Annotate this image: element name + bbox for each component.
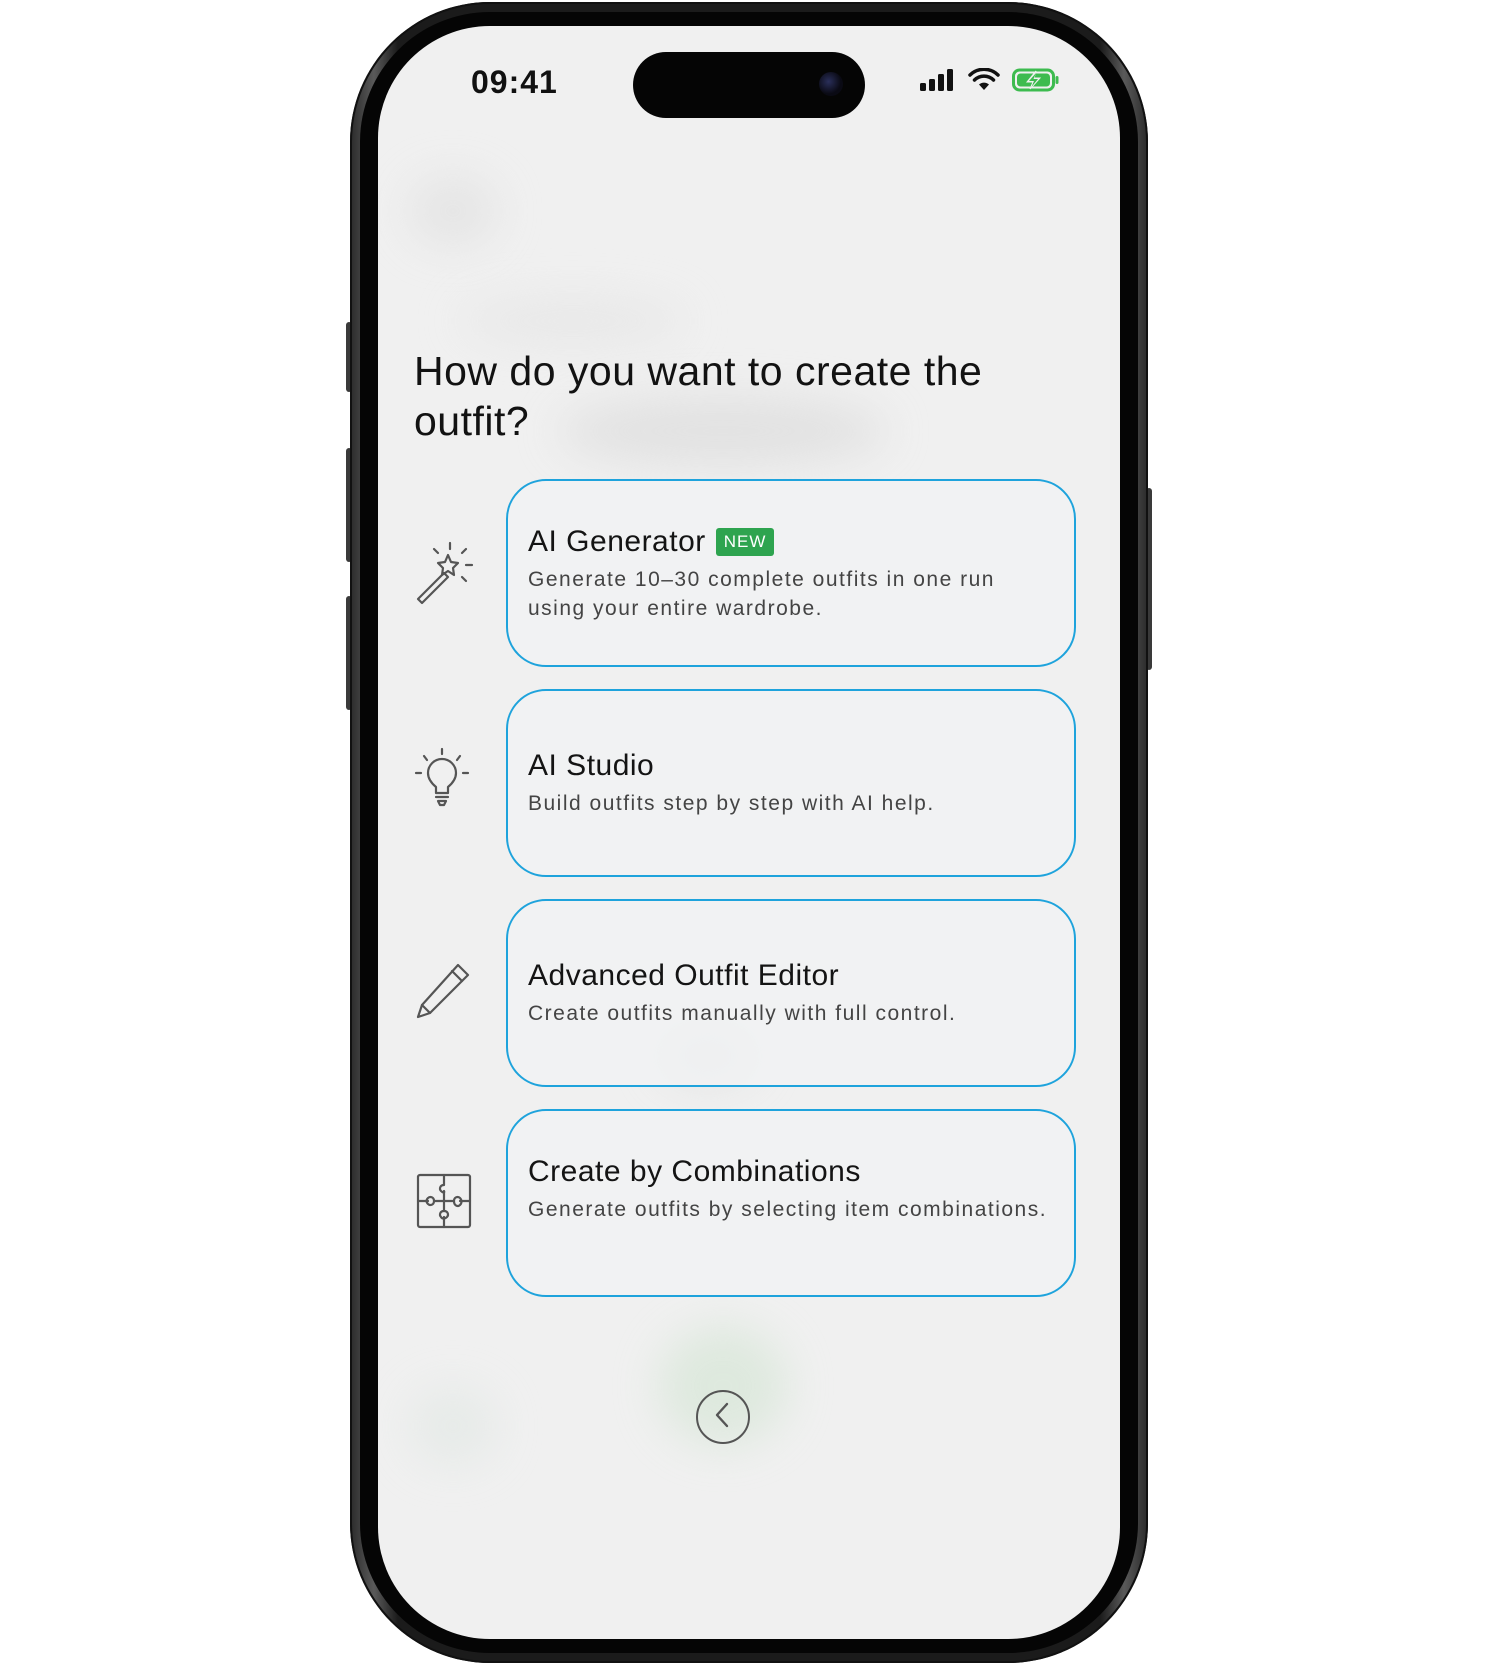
- option-card-create-by-combinations[interactable]: Create by Combinations Generate outfits …: [506, 1109, 1076, 1297]
- option-card-advanced-outfit-editor[interactable]: Advanced Outfit Editor Create outfits ma…: [506, 899, 1076, 1087]
- option-title-text: Advanced Outfit Editor: [528, 959, 840, 992]
- front-camera-icon: [819, 72, 843, 96]
- option-description: Create outfits manually with full contro…: [528, 1002, 957, 1025]
- option-title-text: AI Studio: [528, 749, 655, 782]
- signal-bars-icon: [920, 69, 956, 96]
- pencil-icon: [414, 959, 478, 1023]
- lightbulb-icon: [414, 747, 478, 811]
- option-title: AI Studio: [528, 749, 654, 783]
- option-title: Create by Combinations: [528, 1155, 861, 1189]
- background-blur: [408, 1386, 498, 1466]
- option-title-text: Create by Combinations: [528, 1155, 861, 1188]
- background-blur: [458, 296, 688, 346]
- option-description: Generate 10–30 complete outfits in one r…: [528, 568, 995, 620]
- option-description: Generate outfits by selecting item combi…: [528, 1198, 1048, 1221]
- status-time: 09:41: [471, 64, 558, 100]
- option-ai-studio: AI Studio Build outfits step by step wit…: [378, 689, 1120, 881]
- chevron-left-icon: [711, 1401, 735, 1434]
- option-card-ai-generator[interactable]: AI Generator NEW Generate 10–30 complete…: [506, 479, 1076, 667]
- app-screen: 09:41 How do you want to create the outf…: [378, 26, 1120, 1639]
- dynamic-island: [633, 52, 865, 118]
- battery-charging-icon: [1012, 68, 1060, 97]
- option-advanced-outfit-editor: Advanced Outfit Editor Create outfits ma…: [378, 899, 1120, 1091]
- option-card-ai-studio[interactable]: AI Studio Build outfits step by step wit…: [506, 689, 1076, 877]
- background-blur: [408, 176, 498, 246]
- option-ai-generator: AI Generator NEW Generate 10–30 complete…: [378, 479, 1120, 671]
- option-description: Build outfits step by step with AI help.: [528, 792, 935, 815]
- option-title-text: AI Generator: [528, 525, 706, 558]
- option-create-by-combinations: Create by Combinations Generate outfits …: [378, 1109, 1120, 1301]
- magic-wand-icon: [414, 541, 478, 605]
- puzzle-icon: [414, 1169, 478, 1233]
- option-title: AI Generator NEW: [528, 525, 775, 559]
- status-icons: [920, 67, 1060, 97]
- wifi-icon: [968, 67, 1000, 97]
- back-button[interactable]: [696, 1390, 750, 1444]
- new-badge: NEW: [715, 528, 775, 556]
- device-mockup: 09:41 How do you want to create the outf…: [0, 0, 1497, 1665]
- page-title: How do you want to create the outfit?: [414, 348, 983, 444]
- option-title: Advanced Outfit Editor: [528, 959, 839, 993]
